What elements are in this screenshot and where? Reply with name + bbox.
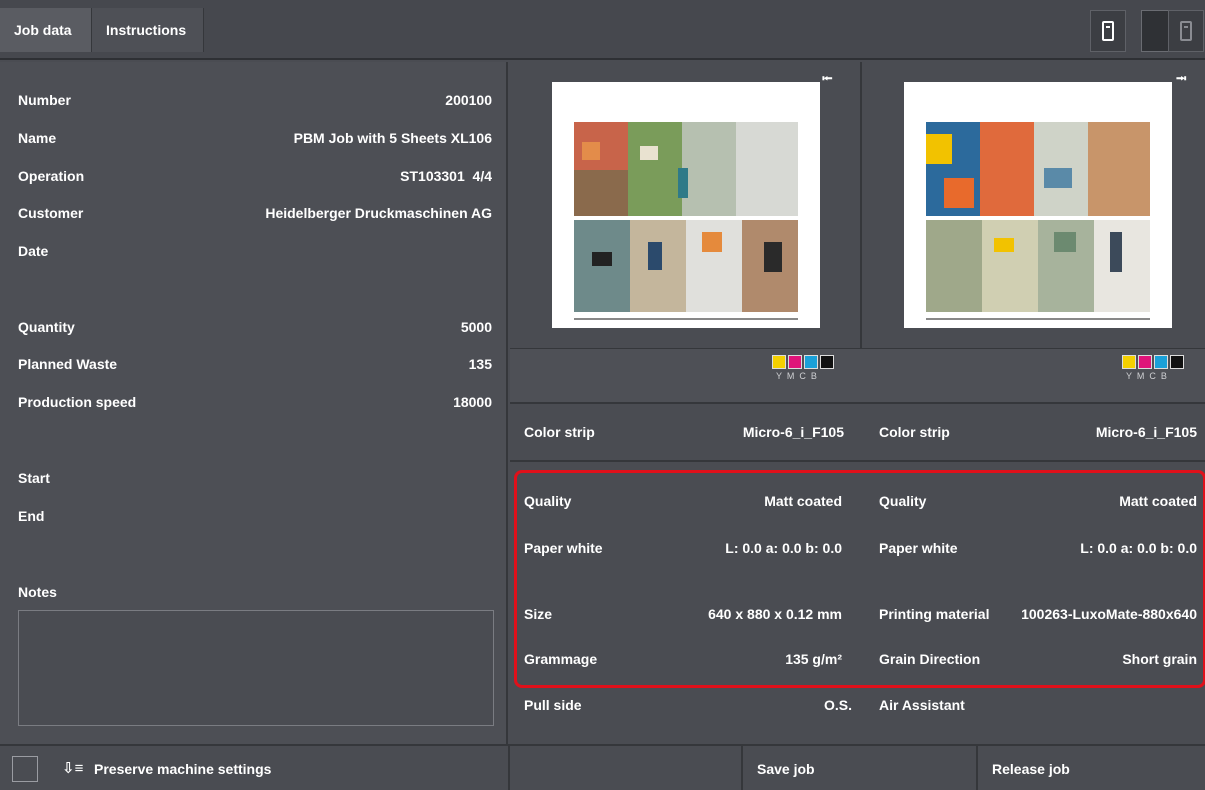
turn-arrow-icon[interactable]: ⭰ — [822, 68, 833, 92]
start-label: Start — [18, 470, 50, 486]
back-side-preview: ⭲ — [862, 62, 1205, 346]
swatch-yellow — [1122, 355, 1136, 369]
operation-label: Operation — [18, 168, 85, 184]
tab-instructions[interactable]: Instructions — [92, 8, 204, 52]
job-name-value: PBM Job with 5 Sheets XL106 — [293, 130, 492, 146]
front-sheet-thumbnail — [552, 82, 820, 328]
notes-row: Notes — [18, 584, 492, 604]
date-row: Date — [18, 243, 492, 263]
notes-textarea[interactable] — [18, 610, 494, 726]
job-number-value: 200100 — [445, 92, 492, 108]
pull-side-label: Pull side — [524, 697, 582, 713]
swatch-cyan — [1154, 355, 1168, 369]
front-pull-side-row: Pull side O.S. — [524, 697, 852, 719]
preserve-settings-label[interactable]: Preserve machine settings — [94, 746, 271, 790]
color-strip-value: Micro-6_i_F105 — [1095, 424, 1197, 440]
quantity-value: 5000 — [460, 319, 492, 335]
end-label: End — [18, 508, 45, 524]
color-strip-value: Micro-6_i_F105 — [742, 424, 844, 440]
job-number-label: Number — [18, 92, 71, 108]
back-air-assistant-row: Air Assistant — [879, 697, 1197, 719]
pull-side-value: O.S. — [823, 697, 852, 713]
customer-value: Heidelberger Druckmaschinen AG — [265, 205, 492, 221]
swatch-black — [820, 355, 834, 369]
job-number-row: Number 200100 — [18, 92, 492, 112]
job-name-label: Name — [18, 130, 57, 146]
document-icon — [1102, 21, 1114, 41]
color-strip-label: Color strip — [879, 424, 950, 440]
job-name-row: Name PBM Job with 5 Sheets XL106 — [18, 130, 492, 150]
swatch-magenta — [1138, 355, 1152, 369]
swatch-labels: Y M C B — [1126, 371, 1167, 381]
swatch-labels: Y M C B — [776, 371, 817, 381]
document-icon — [1180, 21, 1192, 41]
swatch-cyan — [804, 355, 818, 369]
release-job-button[interactable]: Release job — [978, 746, 1205, 790]
front-color-strip-row: Color strip Micro-6_i_F105 — [524, 424, 844, 446]
swatch-magenta — [788, 355, 802, 369]
single-sheet-view-button[interactable] — [1090, 10, 1126, 52]
air-assistant-label: Air Assistant — [879, 697, 965, 713]
back-sheet-thumbnail — [904, 82, 1172, 328]
turn-arrow-icon[interactable]: ⭲ — [1176, 68, 1187, 92]
ink-swatch-row: Y M C B Y M C B — [510, 348, 1205, 404]
start-row: Start — [18, 470, 492, 490]
quantity-label: Quantity — [18, 319, 75, 335]
machine-settings-icon: ⇩≡ — [62, 760, 84, 777]
swatch-yellow — [772, 355, 786, 369]
empty-button-slot — [510, 746, 743, 790]
front-side-preview: ⭰ — [510, 62, 860, 346]
swatch-black — [1170, 355, 1184, 369]
quantity-row: Quantity 5000 — [18, 319, 492, 339]
double-sheet-view-button[interactable] — [1168, 10, 1204, 52]
highlight-frame — [514, 470, 1205, 688]
top-bar: Job data Instructions — [0, 0, 1205, 60]
date-label: Date — [18, 243, 49, 259]
customer-label: Customer — [18, 205, 84, 221]
notes-label: Notes — [18, 584, 57, 600]
preserve-settings-checkbox[interactable] — [12, 756, 38, 782]
front-sheet-image — [574, 122, 798, 320]
back-sheet-image — [926, 122, 1150, 320]
customer-row: Customer Heidelberger Druckmaschinen AG — [18, 205, 492, 225]
back-color-strip-row: Color strip Micro-6_i_F105 — [879, 424, 1197, 446]
preserve-settings-area: ⇩≡ Preserve machine settings — [0, 746, 510, 790]
save-job-button[interactable]: Save job — [743, 746, 978, 790]
operation-value: ST103301 4/4 — [400, 168, 492, 184]
end-row: End — [18, 508, 492, 528]
operation-row: Operation ST103301 4/4 — [18, 168, 492, 188]
planned-waste-value: 135 — [468, 356, 492, 372]
production-speed-row: Production speed 18000 — [18, 394, 492, 414]
production-speed-label: Production speed — [18, 394, 137, 410]
planned-waste-row: Planned Waste 135 — [18, 356, 492, 376]
section-divider — [510, 460, 1205, 462]
color-strip-label: Color strip — [524, 424, 595, 440]
bottom-bar: ⇩≡ Preserve machine settings Save job Re… — [0, 744, 1205, 790]
planned-waste-label: Planned Waste — [18, 356, 118, 372]
tab-job-data[interactable]: Job data — [0, 8, 92, 52]
production-speed-value: 18000 — [453, 394, 492, 410]
